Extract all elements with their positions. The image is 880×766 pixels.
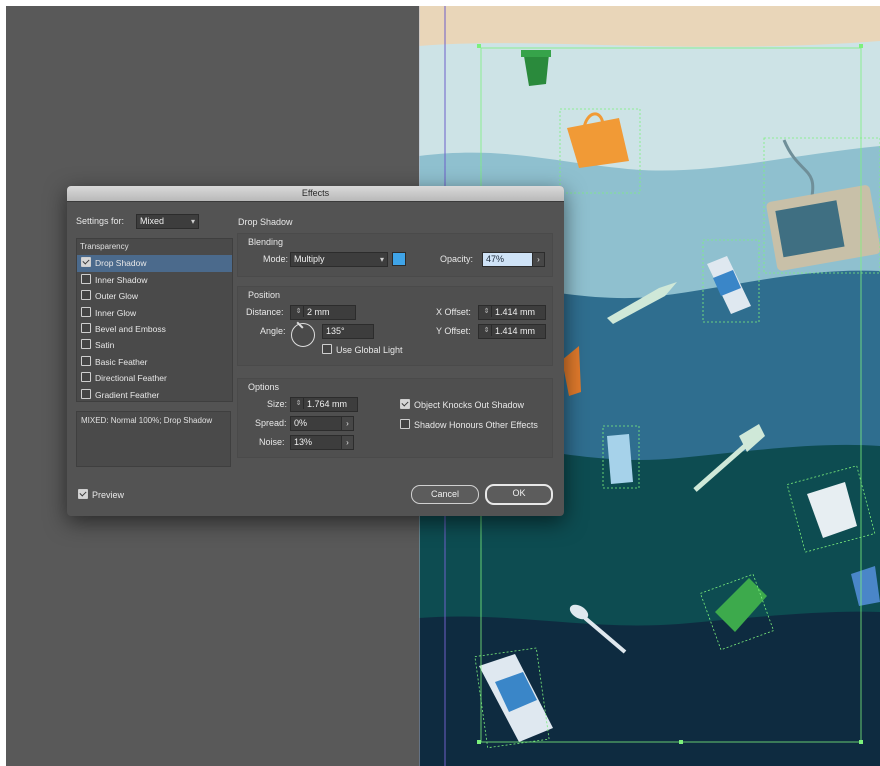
spread-label: Spread:	[255, 418, 287, 428]
stepper-icon[interactable]: ⇕	[294, 306, 304, 317]
checkbox[interactable]	[400, 419, 410, 429]
honours-effects-checkbox[interactable]: Shadow Honours Other Effects	[400, 419, 538, 430]
honours-effects-label: Shadow Honours Other Effects	[414, 420, 538, 430]
checkbox[interactable]	[81, 306, 91, 317]
position-title: Position	[248, 290, 281, 300]
mode-label: Mode:	[263, 254, 289, 264]
settings-for-label: Settings for:	[76, 216, 125, 226]
cancel-button[interactable]: Cancel	[411, 485, 479, 504]
distance-label: Distance:	[246, 307, 284, 317]
checkbox[interactable]	[81, 388, 91, 399]
checkbox[interactable]	[81, 273, 91, 284]
distance-field[interactable]: ⇕ 2 mm	[290, 305, 356, 320]
opacity-label: Opacity:	[440, 254, 474, 264]
checkbox[interactable]	[81, 257, 91, 268]
stepper-icon[interactable]: ⇕	[482, 306, 492, 317]
options-panel: Options Size: ⇕ 1.764 mm Spread: 0% › Noi…	[237, 378, 553, 458]
preview-checkbox[interactable]: Preview	[78, 489, 124, 500]
list-item-drop-shadow[interactable]: Drop Shadow	[77, 255, 232, 272]
list-item-label: Basic Feather	[95, 356, 148, 367]
indesign-workspace: Effects Settings for: Mixed ▾ Transparen…	[6, 6, 880, 766]
preview-label: Preview	[92, 490, 125, 500]
list-header: Transparency	[80, 242, 129, 251]
blending-panel: Blending Mode: Multiply ▾ Opacity: 47% ›	[237, 233, 553, 277]
angle-dial-icon[interactable]	[291, 323, 315, 347]
blending-title: Blending	[248, 237, 284, 247]
chevron-down-icon: ▾	[379, 255, 384, 264]
noise-arrow-button[interactable]: ›	[341, 435, 354, 450]
noise-label: Noise:	[259, 437, 285, 447]
checkbox[interactable]	[78, 489, 88, 499]
y-offset-label: Y Offset:	[436, 326, 471, 336]
use-global-light-label: Use Global Light	[336, 345, 403, 355]
effects-dialog: Effects Settings for: Mixed ▾ Transparen…	[67, 186, 564, 516]
spread-arrow-button[interactable]: ›	[341, 416, 354, 431]
checkbox[interactable]	[322, 344, 332, 354]
stepper-icon[interactable]: ⇕	[482, 325, 492, 336]
section-title: Drop Shadow	[238, 217, 293, 227]
mode-select[interactable]: Multiply ▾	[290, 252, 388, 267]
checkbox[interactable]	[81, 372, 91, 383]
noise-field[interactable]: 13%	[290, 435, 342, 450]
effects-summary: MIXED: Normal 100%; Drop Shadow	[76, 411, 231, 467]
use-global-light-checkbox[interactable]: Use Global Light	[322, 344, 403, 355]
list-item-gradient-feather[interactable]: Gradient Feather	[77, 387, 232, 403]
checkbox[interactable]	[81, 322, 91, 333]
list-item-label: Outer Glow	[95, 291, 138, 302]
x-offset-label: X Offset:	[436, 307, 471, 317]
options-title: Options	[248, 382, 280, 392]
x-offset-value: 1.414 mm	[495, 307, 536, 317]
knocks-out-label: Object Knocks Out Shadow	[414, 400, 525, 410]
opacity-field[interactable]: 47%	[482, 252, 534, 267]
size-value: 1.764 mm	[307, 399, 348, 409]
size-field[interactable]: ⇕ 1.764 mm	[290, 397, 358, 412]
size-label: Size:	[267, 399, 288, 409]
list-item-label: Drop Shadow	[95, 258, 147, 269]
spread-field[interactable]: 0%	[290, 416, 342, 431]
list-item-label: Gradient Feather	[95, 389, 160, 400]
checkbox[interactable]	[81, 339, 91, 350]
effects-list: Transparency Drop Shadow Inner Shadow Ou…	[76, 238, 233, 402]
chevron-down-icon: ▾	[190, 217, 195, 226]
ok-button[interactable]: OK	[485, 484, 553, 505]
opacity-arrow-button[interactable]: ›	[532, 252, 545, 267]
list-item-directional-feather[interactable]: Directional Feather	[77, 370, 232, 386]
list-item-label: Directional Feather	[95, 373, 167, 384]
list-item-inner-glow[interactable]: Inner Glow	[77, 305, 232, 321]
angle-field[interactable]: 135°	[322, 324, 374, 339]
settings-for-value: Mixed	[140, 216, 165, 226]
list-item-label: Bevel and Emboss	[95, 323, 166, 334]
stepper-icon[interactable]: ⇕	[294, 398, 304, 409]
list-item-label: Satin	[95, 340, 115, 351]
knocks-out-checkbox[interactable]: Object Knocks Out Shadow	[400, 399, 524, 410]
list-item-label: Inner Shadow	[95, 274, 148, 285]
list-item-satin[interactable]: Satin	[77, 337, 232, 353]
y-offset-value: 1.414 mm	[495, 326, 536, 336]
angle-label: Angle:	[260, 326, 286, 336]
mode-value: Multiply	[294, 254, 325, 264]
checkbox[interactable]	[81, 355, 91, 366]
dialog-title: Effects	[67, 186, 564, 202]
list-item-bevel-emboss[interactable]: Bevel and Emboss	[77, 321, 232, 337]
checkbox[interactable]	[81, 290, 91, 301]
list-item-basic-feather[interactable]: Basic Feather	[77, 354, 232, 370]
distance-value: 2 mm	[307, 307, 330, 317]
list-item-outer-glow[interactable]: Outer Glow	[77, 288, 232, 304]
list-item-inner-shadow[interactable]: Inner Shadow	[77, 272, 232, 288]
y-offset-field[interactable]: ⇕ 1.414 mm	[478, 324, 546, 339]
shadow-color-swatch[interactable]	[392, 252, 406, 266]
settings-for-select[interactable]: Mixed ▾	[136, 214, 199, 229]
position-panel: Position Distance: ⇕ 2 mm Angle: 135° Use…	[237, 286, 553, 366]
x-offset-field[interactable]: ⇕ 1.414 mm	[478, 305, 546, 320]
list-item-label: Inner Glow	[95, 307, 137, 318]
checkbox[interactable]	[400, 399, 410, 409]
